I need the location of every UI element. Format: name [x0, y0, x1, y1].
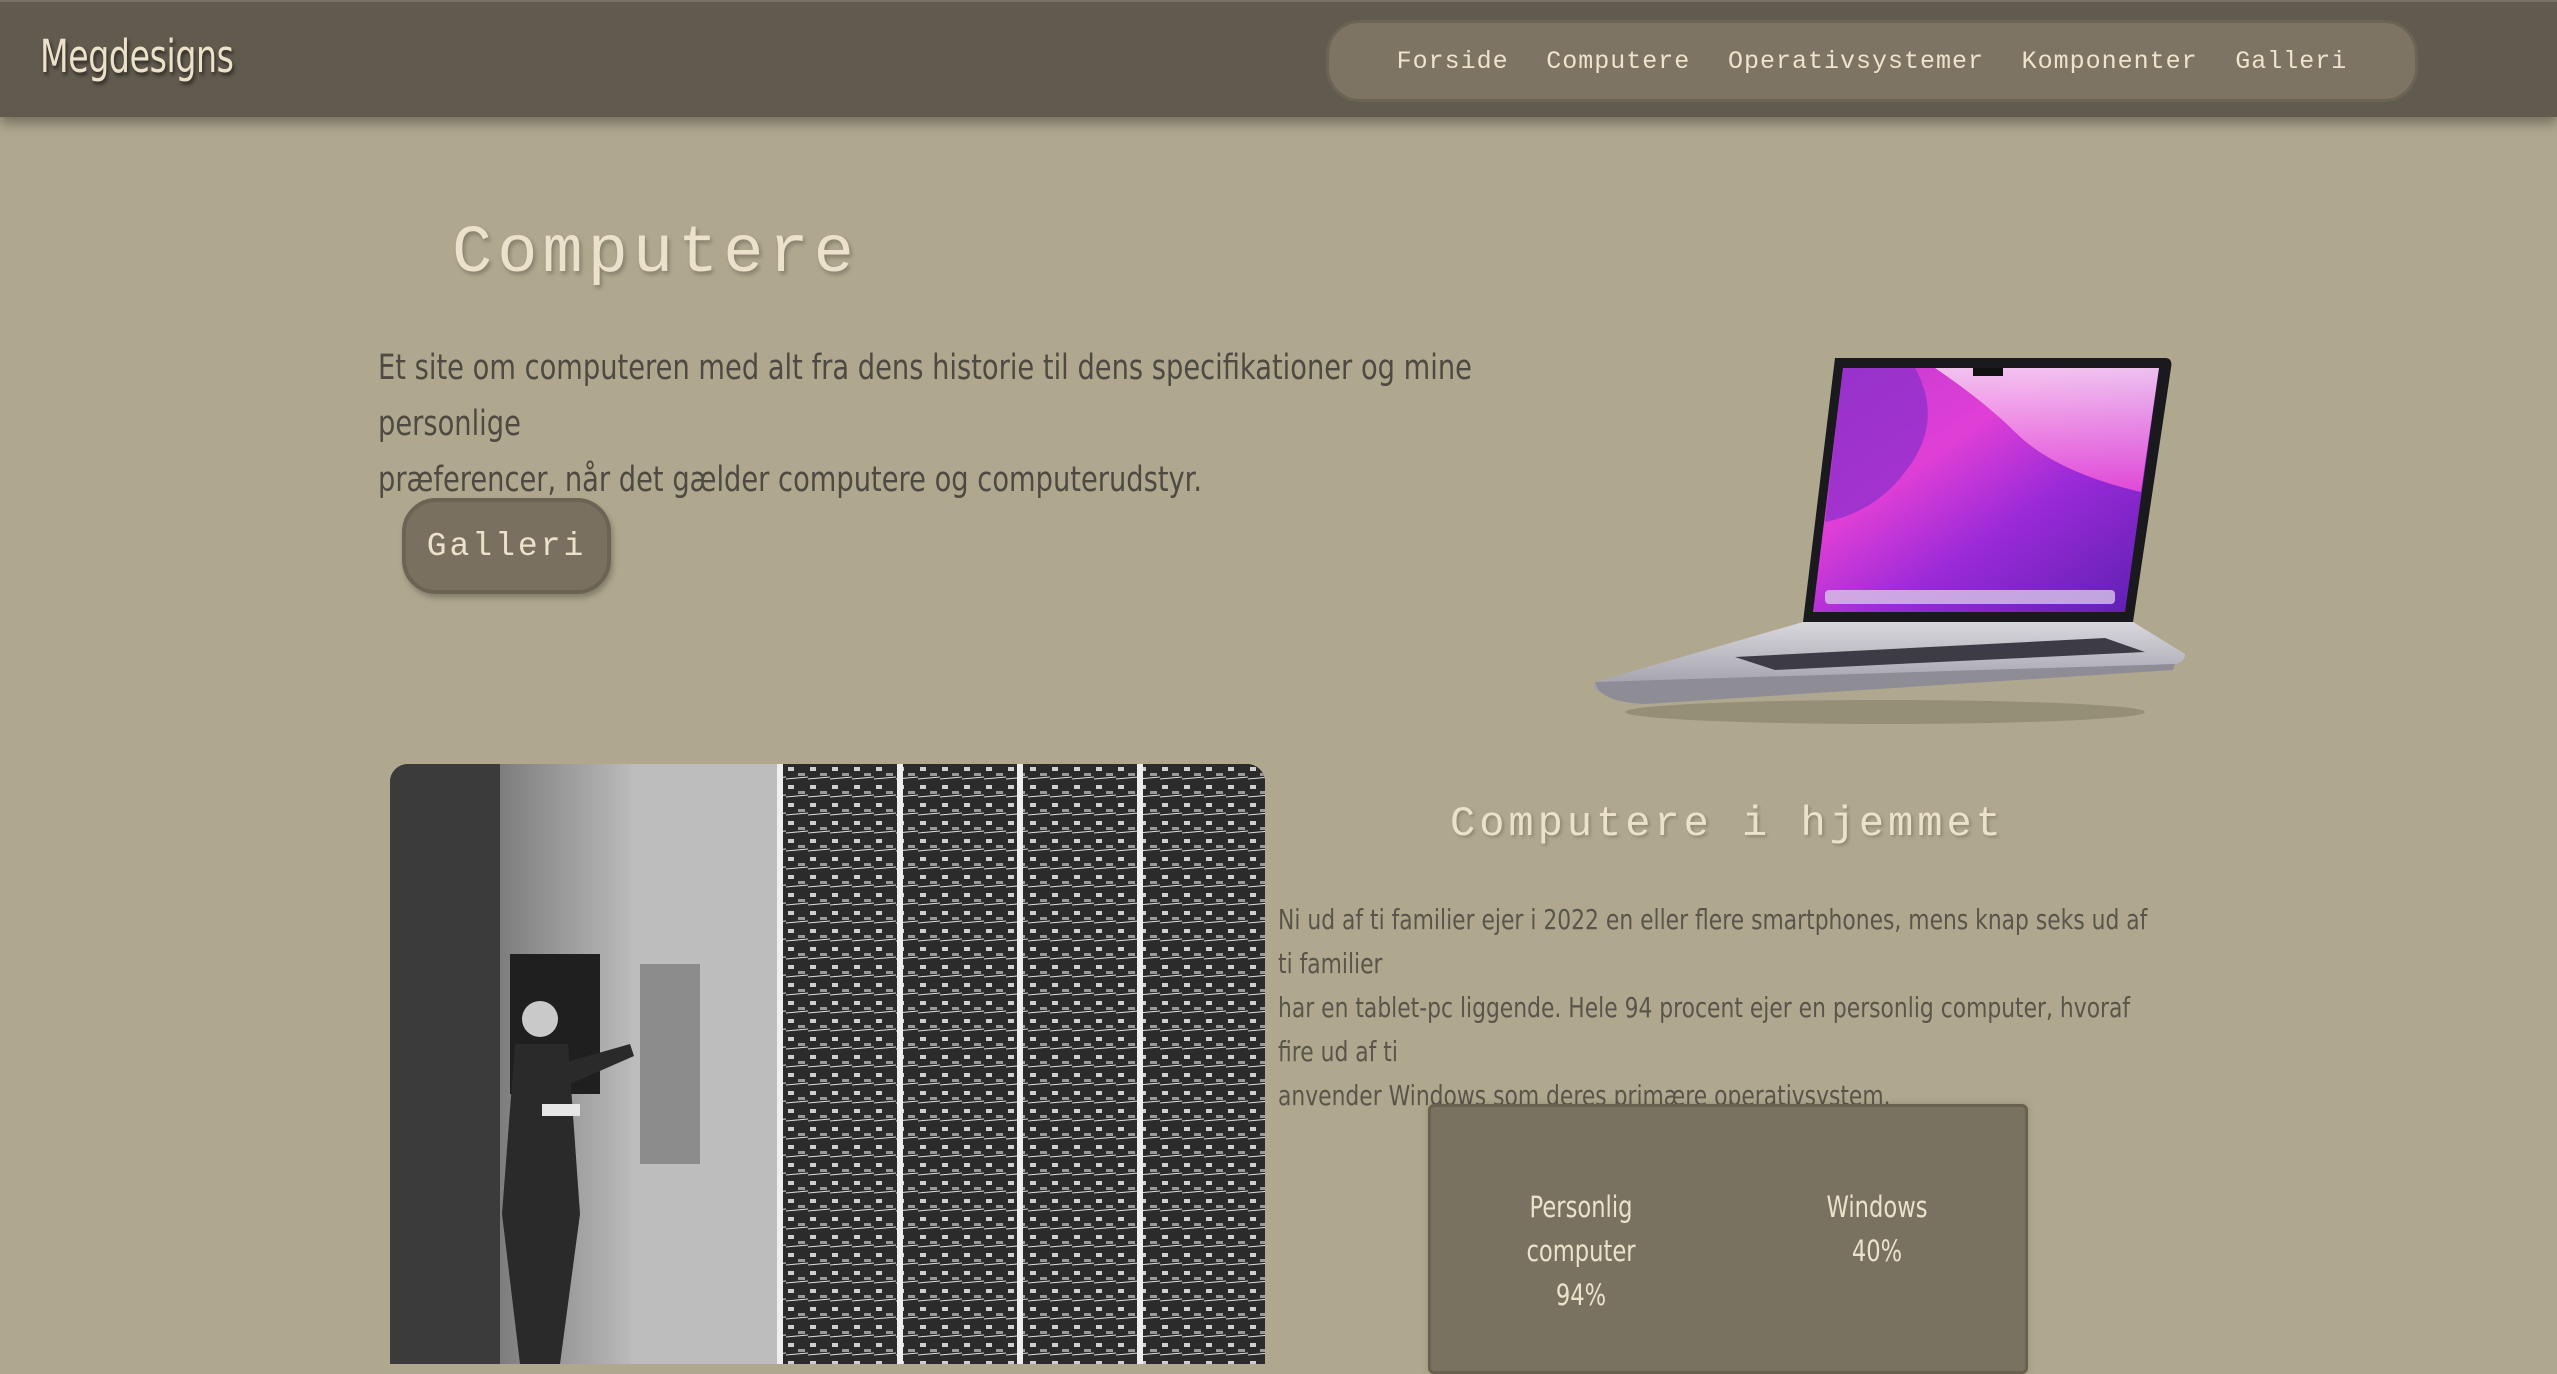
gallery-button[interactable]: Galleri	[402, 498, 611, 594]
site-logo[interactable]: Megdesigns	[40, 30, 234, 83]
section-title: Computere i hjemmet	[1450, 800, 2005, 848]
laptop-image	[1593, 358, 2185, 724]
stat-label: Windows	[1826, 1190, 1928, 1224]
hero-description: Et site om computeren med alt fra dens h…	[378, 340, 1472, 508]
stat-windows: Windows 40%	[1807, 1185, 1947, 1273]
stat-value: 40%	[1851, 1234, 1903, 1268]
section-description: Ni ud af ti familier ejer i 2022 en elle…	[1278, 898, 2167, 1118]
nav-item-computere[interactable]: Computere	[1546, 47, 1690, 76]
historic-computer-photo	[390, 764, 1265, 1364]
stat-personal-computer: Personlig computer 94%	[1511, 1185, 1651, 1317]
stat-label: computer	[1526, 1234, 1636, 1268]
nav-item-galleri[interactable]: Galleri	[2235, 47, 2347, 76]
section-description-line: Ni ud af ti familier ejer i 2022 en elle…	[1278, 903, 2148, 980]
hero-description-line: Et site om computeren med alt fra dens h…	[378, 348, 1472, 444]
site-header: Megdesigns Forside Computere Operativsys…	[0, 0, 2557, 117]
nav-item-forside[interactable]: Forside	[1397, 47, 1509, 76]
nav-item-komponenter[interactable]: Komponenter	[2022, 47, 2198, 76]
hero-title: Computere	[452, 216, 859, 292]
nav-item-operativsystemer[interactable]: Operativsystemer	[1728, 47, 1984, 76]
stats-panel: Personlig computer 94% Windows 40%	[1428, 1104, 2028, 1374]
stat-label: Personlig	[1529, 1190, 1633, 1224]
main-nav: Forside Computere Operativsystemer Kompo…	[1326, 20, 2418, 102]
section-description-line: har en tablet-pc liggende. Hele 94 proce…	[1278, 991, 2131, 1068]
stat-value: 94%	[1555, 1278, 1607, 1312]
